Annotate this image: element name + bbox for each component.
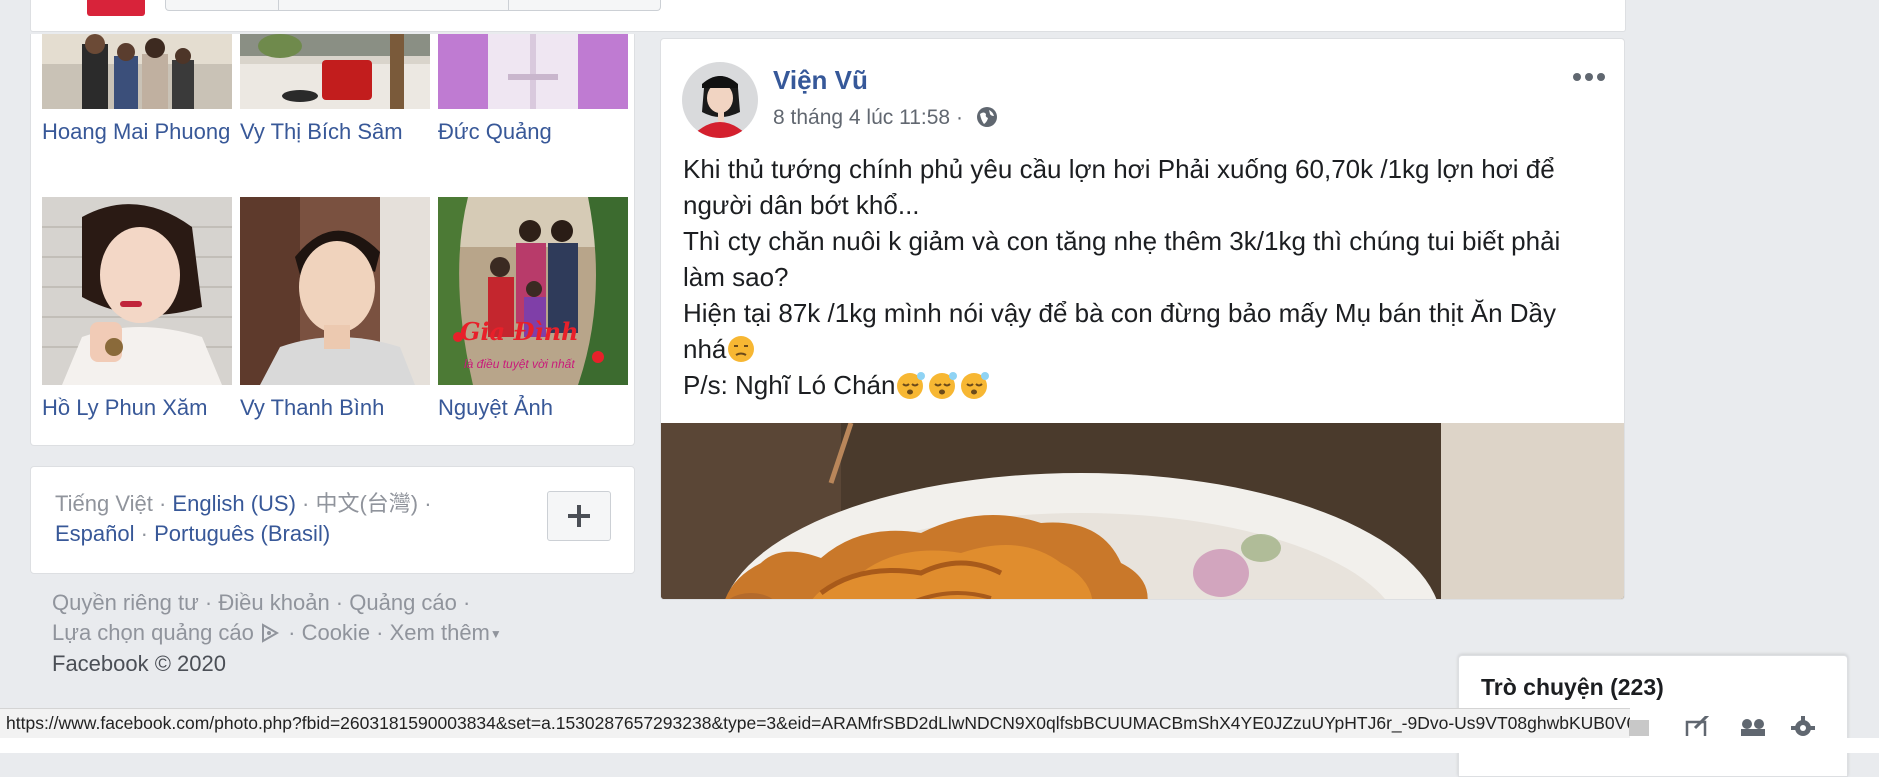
language-spanish[interactable]: Español xyxy=(55,521,135,546)
emoji-sleepy xyxy=(929,372,958,399)
chat-title[interactable]: Trò chuyện (223) xyxy=(1481,674,1664,701)
language-selector-card: Tiếng Việt · English (US) · 中文(台灣) · Esp… xyxy=(30,466,635,574)
globe-icon[interactable] xyxy=(975,105,999,129)
add-language-button[interactable] xyxy=(547,491,611,541)
separator: · xyxy=(424,491,432,516)
separator: · xyxy=(158,491,167,516)
right-column xyxy=(1640,0,1879,708)
ad-choices-icon xyxy=(262,623,280,643)
emoji-sleepy xyxy=(961,372,990,399)
language-english[interactable]: English (US) xyxy=(172,491,295,516)
more-options-icon[interactable] xyxy=(1569,67,1609,87)
friend-name[interactable]: Vy Thanh Bình xyxy=(240,393,430,423)
separator: · xyxy=(955,106,963,129)
post-meta: 8 tháng 4 lúc 11:58 · xyxy=(773,105,999,130)
friend-name[interactable]: Nguyệt Ảnh xyxy=(438,393,628,423)
profile-avatar[interactable] xyxy=(87,0,145,16)
friend-photo[interactable] xyxy=(240,34,430,109)
language-portuguese[interactable]: Português (Brasil) xyxy=(154,521,330,546)
photo-caption-title: Gia Đình xyxy=(460,317,579,346)
footer-link-terms[interactable]: Điều khoản xyxy=(218,590,329,615)
language-list: Tiếng Việt · English (US) · 中文(台灣) · Esp… xyxy=(55,489,475,549)
post-line: Thì cty chăn nuôi k giảm và con tăng nhẹ… xyxy=(683,226,1561,292)
footer-link-cookie[interactable]: Cookie xyxy=(302,620,370,645)
language-chinese[interactable]: 中文(台灣) xyxy=(315,491,418,516)
friend-name[interactable]: Vy Thị Bích Sâm xyxy=(240,117,430,147)
friend-tile[interactable]: Đức Quảng xyxy=(438,34,628,147)
friend-tile[interactable]: Hoang Mai Phuong xyxy=(42,34,232,147)
separator: · xyxy=(140,521,148,546)
friend-name[interactable]: Hồ Ly Phun Xăm xyxy=(42,393,232,423)
post-author-name[interactable]: Viện Vũ xyxy=(773,65,868,96)
post-line: Khi thủ tướng chính phủ yêu cầu lợn hơi … xyxy=(683,154,1555,220)
post-photo[interactable] xyxy=(661,423,1624,599)
horizontal-scrollbar[interactable] xyxy=(1629,720,1649,736)
browser-status-url: https://www.facebook.com/photo.php?fbid=… xyxy=(0,708,1630,738)
post-card: Viện Vũ 8 tháng 4 lúc 11:58 · Khi thủ tư… xyxy=(660,38,1625,600)
profile-header-card xyxy=(30,0,1626,32)
separator: · xyxy=(302,491,310,516)
photo-caption-subtitle: là điều tuyệt vời nhất xyxy=(464,357,575,371)
post-author-avatar[interactable] xyxy=(682,62,758,138)
compose-icon[interactable] xyxy=(1685,712,1711,740)
post-line: Hiện tại 87k /1kg mình nói vậy để bà con… xyxy=(683,295,1583,367)
friends-card: Hoang Mai Phuong Vy Thị Bích Sâm Đức Quả… xyxy=(30,34,635,446)
friend-tile[interactable]: Gia Đình là điều tuyệt vời nhất Nguyệt Ả… xyxy=(438,197,628,423)
footer-link-privacy[interactable]: Quyền riêng tư xyxy=(52,590,199,615)
footer-links: Quyền riêng tư · Điều khoản · Quảng cáo … xyxy=(52,590,502,676)
post-line-text: Hiện tại 87k /1kg mình nói vậy để bà con… xyxy=(683,298,1557,364)
friend-photo[interactable] xyxy=(438,34,628,109)
emoji-unamused xyxy=(728,336,755,362)
friend-tile[interactable]: Vy Thị Bích Sâm xyxy=(240,34,430,147)
friend-photo[interactable] xyxy=(240,197,430,385)
copyright: Facebook © 2020 xyxy=(52,651,226,676)
friend-photo[interactable] xyxy=(42,34,232,109)
emoji-sleepy xyxy=(897,372,926,399)
tab-divider xyxy=(278,0,279,10)
post-line-text: P/s: Nghĩ Ló Chán xyxy=(683,370,896,400)
current-language: Tiếng Việt xyxy=(55,491,153,516)
tab-divider xyxy=(508,0,509,10)
footer-link-adchoices[interactable]: Lựa chọn quảng cáo xyxy=(52,620,254,645)
browser-bottom-strip xyxy=(0,738,1879,753)
friend-tile[interactable]: Hồ Ly Phun Xăm xyxy=(42,197,232,423)
friend-name[interactable]: Đức Quảng xyxy=(438,117,628,147)
friend-photo[interactable]: Gia Đình là điều tuyệt vời nhất xyxy=(438,197,628,385)
post-line: P/s: Nghĩ Ló Chán xyxy=(683,367,1583,403)
friend-name[interactable]: Hoang Mai Phuong xyxy=(42,117,232,147)
profile-tabs[interactable] xyxy=(165,0,661,11)
friend-photo[interactable] xyxy=(42,197,232,385)
group-icon[interactable] xyxy=(1741,719,1765,739)
gear-icon[interactable] xyxy=(1791,716,1815,736)
post-timestamp[interactable]: 8 tháng 4 lúc 11:58 xyxy=(773,106,950,129)
caret-down-icon: ▼ xyxy=(489,627,502,641)
friend-tile[interactable]: Vy Thanh Bình xyxy=(240,197,430,423)
plus-icon xyxy=(568,505,590,527)
footer-link-more[interactable]: Xem thêm xyxy=(390,620,490,645)
post-body: Khi thủ tướng chính phủ yêu cầu lợn hơi … xyxy=(683,151,1583,403)
footer-link-ads[interactable]: Quảng cáo xyxy=(349,590,457,615)
